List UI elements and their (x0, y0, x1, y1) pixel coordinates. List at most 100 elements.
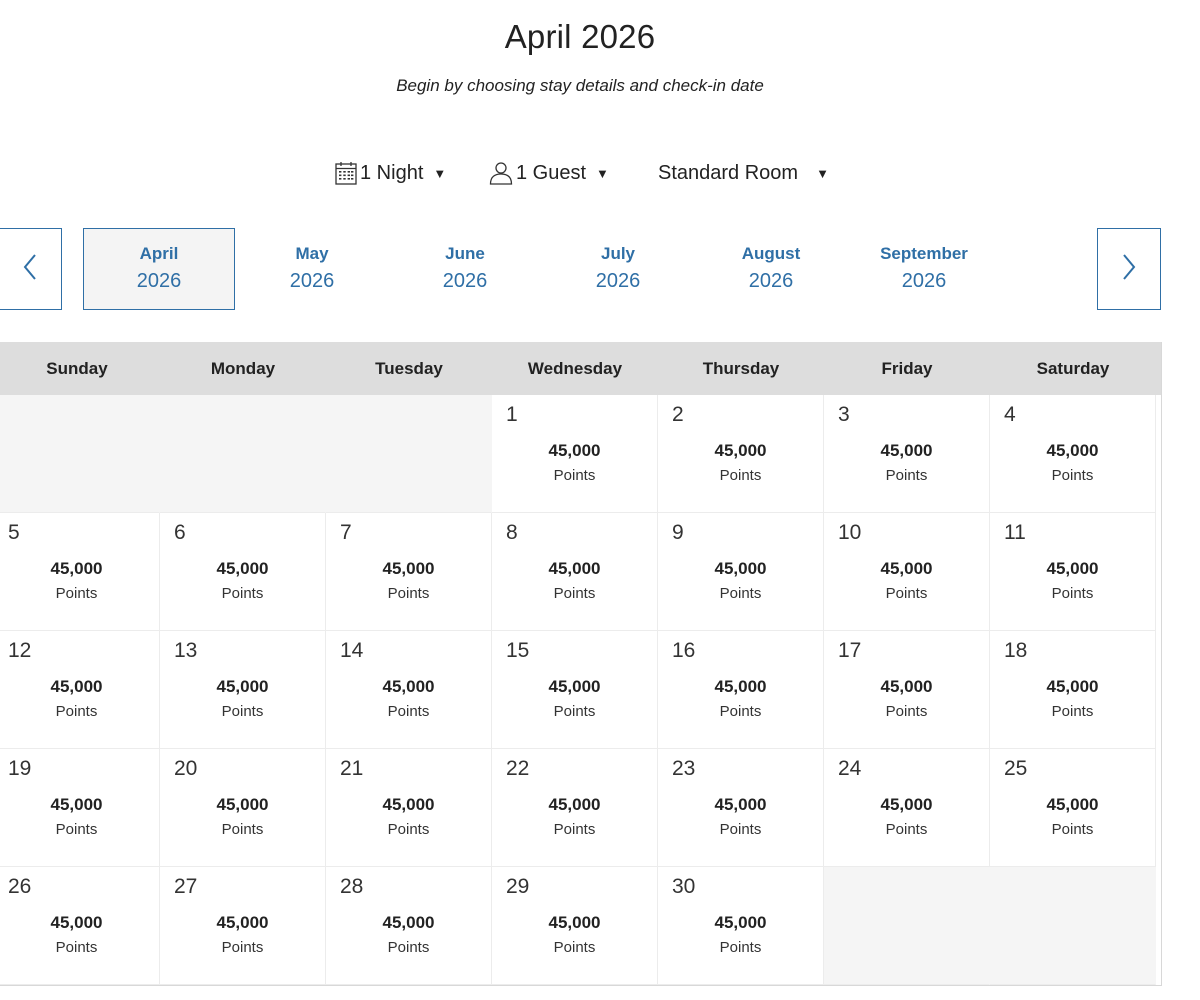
day-cell[interactable]: 1945,000Points (0, 749, 160, 867)
points-price: 45,000 (492, 559, 657, 579)
day-cell[interactable]: 1245,000Points (0, 631, 160, 749)
points-price: 45,000 (0, 677, 159, 697)
points-price: 45,000 (990, 677, 1155, 697)
points-label: Points (326, 585, 491, 602)
month-tab-name: September (848, 244, 1000, 264)
points-label: Points (326, 703, 491, 720)
day-cell[interactable]: 2145,000Points (326, 749, 492, 867)
points-label: Points (658, 703, 823, 720)
points-label: Points (658, 467, 823, 484)
month-tab-year: 2026 (848, 270, 1000, 293)
day-cell[interactable]: 845,000Points (492, 513, 658, 631)
day-cell[interactable]: 2345,000Points (658, 749, 824, 867)
month-tab-may[interactable]: May2026 (236, 228, 388, 310)
room-type-dropdown[interactable]: Standard Room ▼ (658, 156, 829, 190)
day-number: 9 (672, 521, 684, 545)
day-cell[interactable]: 9 45,000 Points (658, 513, 824, 631)
points-label: Points (990, 821, 1155, 838)
month-tab-year: 2026 (695, 270, 847, 293)
nights-dropdown[interactable]: 1 Night ▼ (335, 156, 446, 190)
day-cell[interactable]: 2945,000Points (492, 867, 658, 985)
day-number: 3 (838, 403, 850, 427)
calendar-week-row: 545,000Points645,000Points745,000Points8… (0, 513, 1161, 631)
next-month-button[interactable] (1097, 228, 1161, 310)
weekday-saturday: Saturday (990, 342, 1156, 395)
page-title: April 2026 (0, 18, 1160, 56)
day-cell[interactable]: 1545,000Points (492, 631, 658, 749)
day-number: 18 (1004, 639, 1027, 663)
empty-day-cell (326, 395, 492, 513)
month-tab-june[interactable]: June2026 (389, 228, 541, 310)
guests-dropdown[interactable]: 1 Guest ▼ (489, 156, 609, 190)
day-cell[interactable]: 2045,000Points (160, 749, 326, 867)
empty-day-cell (160, 395, 326, 513)
day-cell[interactable]: 145,000Points (492, 395, 658, 513)
weekday-friday: Friday (824, 342, 990, 395)
day-cell[interactable]: 545,000Points (0, 513, 160, 631)
empty-day-cell (824, 867, 990, 985)
month-tab-september[interactable]: September 2026 (848, 228, 1000, 310)
day-number: 25 (1004, 757, 1027, 781)
points-label: Points (658, 585, 823, 602)
day-number: 4 (1004, 403, 1016, 427)
points-price: 45,000 (326, 677, 491, 697)
points-price: 45,000 (0, 795, 159, 815)
day-cell[interactable]: 1045,000Points (824, 513, 990, 631)
day-number: 1 (506, 403, 518, 427)
points-price: 45,000 (990, 795, 1155, 815)
day-cell[interactable]: 245,000Points (658, 395, 824, 513)
day-number: 19 (8, 757, 31, 781)
month-tab-august[interactable]: August2026 (695, 228, 847, 310)
chevron-left-icon (22, 253, 38, 286)
month-tab-july[interactable]: July2026 (542, 228, 694, 310)
day-cell[interactable]: 445,000Points (990, 395, 1156, 513)
points-label: Points (824, 821, 989, 838)
day-cell[interactable]: 2245,000Points (492, 749, 658, 867)
day-cell[interactable]: 2445,000Points (824, 749, 990, 867)
weekday-monday: Monday (160, 342, 326, 395)
month-tab-year: 2026 (389, 270, 541, 293)
day-cell[interactable]: 3045,000Points (658, 867, 824, 985)
points-price: 45,000 (658, 559, 823, 579)
day-cell[interactable]: 2745,000Points (160, 867, 326, 985)
day-cell[interactable]: 345,000Points (824, 395, 990, 513)
points-price: 45,000 (990, 559, 1155, 579)
caret-down-icon: ▼ (433, 166, 446, 181)
points-price: 45,000 (0, 559, 159, 579)
points-price: 45,000 (326, 559, 491, 579)
day-number: 14 (340, 639, 363, 663)
weekday-thursday: Thursday (658, 342, 824, 395)
points-price: 45,000 (492, 795, 657, 815)
day-cell[interactable]: 1345,000Points (160, 631, 326, 749)
day-cell[interactable]: 6 45,000 Points (160, 513, 326, 631)
points-label: Points (160, 585, 325, 602)
day-cell[interactable]: 25 45,000 Points (990, 749, 1156, 867)
day-cell[interactable]: 1845,000Points (990, 631, 1156, 749)
day-number: 28 (340, 875, 363, 899)
room-type-value: Standard Room (658, 162, 798, 185)
day-number: 21 (340, 757, 363, 781)
day-number: 30 (672, 875, 695, 899)
points-label: Points (0, 703, 159, 720)
day-cell[interactable]: 2645,000Points (0, 867, 160, 985)
calendar-week-row: 1245,000Points1345,000Points1445,000Poin… (0, 631, 1161, 749)
month-tab-april[interactable]: April2026 (83, 228, 235, 310)
points-price: 45,000 (326, 913, 491, 933)
day-number: 6 (174, 521, 186, 545)
day-cell[interactable]: 1145,000Points (990, 513, 1156, 631)
day-cell[interactable]: 14 45,000 Points (326, 631, 492, 749)
points-price: 45,000 (160, 559, 325, 579)
day-cell[interactable]: 1645,000Points (658, 631, 824, 749)
day-cell[interactable]: 2845,000Points (326, 867, 492, 985)
points-label: Points (824, 467, 989, 484)
day-cell[interactable]: 1745,000Points (824, 631, 990, 749)
points-label: Points (492, 939, 657, 956)
month-tab-year: 2026 (542, 270, 694, 293)
day-number: 13 (174, 639, 197, 663)
month-tab-name: May (236, 244, 388, 264)
points-price: 45,000 (824, 795, 989, 815)
day-number: 20 (174, 757, 197, 781)
previous-month-button[interactable] (0, 228, 62, 310)
month-tab-name: April (84, 244, 234, 264)
day-cell[interactable]: 745,000Points (326, 513, 492, 631)
